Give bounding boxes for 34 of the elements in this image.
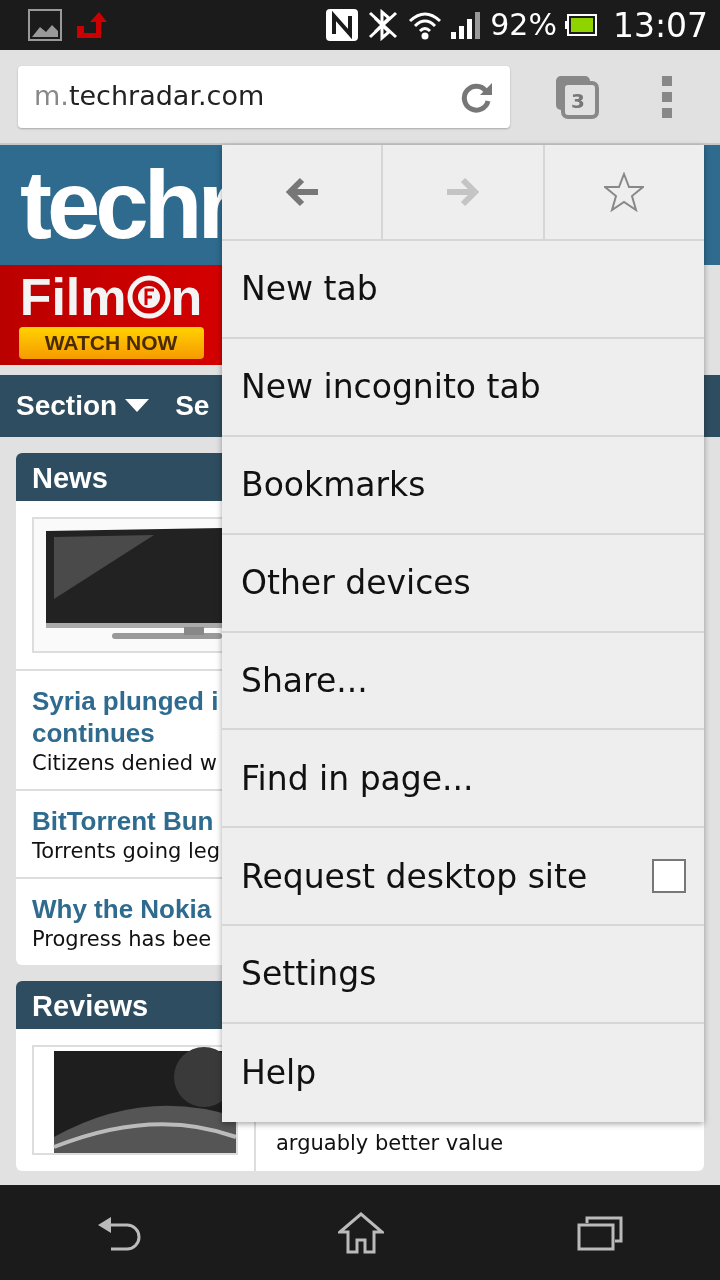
article-summary: Torrents going leg xyxy=(32,838,222,865)
checkbox[interactable] xyxy=(652,859,686,894)
recent-apps-icon[interactable] xyxy=(577,1214,624,1251)
menu-item[interactable]: Settings xyxy=(222,926,704,1025)
overflow-menu-icon[interactable] xyxy=(660,75,674,118)
section-menu[interactable]: Se xyxy=(175,385,210,427)
signal-icon xyxy=(450,10,483,40)
brand-logo-icon xyxy=(126,275,171,319)
menu-item[interactable]: Other devices xyxy=(222,534,704,633)
ad-banner[interactable]: Film n WATCH NOW xyxy=(0,265,222,365)
menu-item[interactable]: Bookmarks xyxy=(222,436,704,535)
menu-item[interactable]: Find in page... xyxy=(222,730,704,829)
article-summary: Progress has bee xyxy=(32,926,213,953)
url-field[interactable]: m.techradar.com xyxy=(18,65,510,128)
nfc-icon xyxy=(326,9,359,41)
gallery-icon xyxy=(28,9,62,41)
upload-icon xyxy=(74,10,108,40)
menu-item[interactable]: New tab xyxy=(222,240,704,339)
tabs-icon xyxy=(554,73,600,120)
menu-item[interactable]: New incognito tab xyxy=(222,338,704,437)
wifi-icon xyxy=(408,10,443,40)
battery-percent: 92% xyxy=(490,10,557,40)
menu-item[interactable]: Share... xyxy=(222,632,704,731)
battery-icon xyxy=(564,14,597,36)
menu-item[interactable]: Request desktop site xyxy=(222,828,704,927)
caret-icon xyxy=(125,399,150,413)
clock-time: 13:07 xyxy=(612,8,708,42)
ad-brand: n xyxy=(170,271,203,323)
review-summary: arguably better value xyxy=(276,1130,504,1157)
section-menu[interactable]: Section xyxy=(16,385,150,427)
home-icon[interactable] xyxy=(338,1211,384,1254)
watch-now-button[interactable]: WATCH NOW xyxy=(18,327,204,359)
ad-brand: Film xyxy=(19,271,127,323)
star-icon xyxy=(604,171,645,212)
